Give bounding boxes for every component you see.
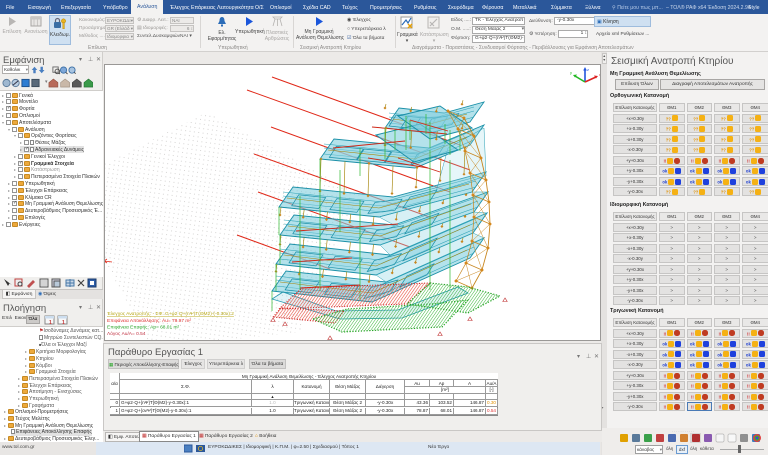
svg-text:z: z [587,67,589,72]
svg-text:1: 1 [49,320,52,325]
svg-text:Επιφάνεια Αποκόλλησης: Au= 78.: Επιφάνεια Αποκόλλησης: Au= 78.97 m² [107,317,191,324]
svg-text:x: x [599,72,600,77]
svg-text:Επιφάνεια Επαφής: Ap= 68.01 m²: Επιφάνεια Επαφής: Ap= 68.01 m² [107,324,179,331]
svg-text:Λόγος Au/A= 0.54: Λόγος Au/A= 0.54 [107,330,146,337]
svg-text:y: y [570,70,572,75]
svg-text:Έλεγχος Ανατροπής: - ΣΦ: G+φ2: Έλεγχος Ανατροπής: - ΣΦ: G+φ2·Q+(nΨ)Τ(ΘΜ… [106,310,234,317]
svg-text:1: 1 [62,320,65,325]
